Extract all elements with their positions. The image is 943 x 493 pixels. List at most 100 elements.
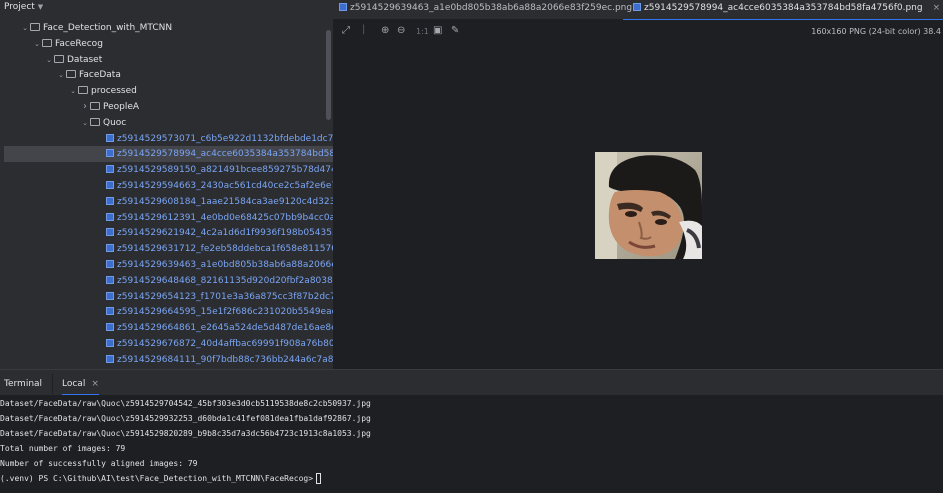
png-file-icon bbox=[106, 149, 114, 158]
image-viewer[interactable] bbox=[333, 44, 943, 369]
tree-file[interactable]: z5914529573071_c6b5e922d1132bfdebde1dc7a… bbox=[0, 131, 333, 147]
tree-label: PeopleA bbox=[103, 102, 140, 112]
terminal-line: Dataset/FaceData/raw\Quoc\z5914529820289… bbox=[0, 429, 371, 438]
separator: | bbox=[362, 24, 366, 35]
tab-local[interactable]: Local × bbox=[62, 379, 99, 396]
chevron-down-icon[interactable]: ⌄ bbox=[44, 52, 54, 68]
tree-label: Dataset bbox=[67, 54, 103, 65]
tree-label: z5914529573071_c6b5e922d1132bfdebde1dc7a… bbox=[117, 133, 333, 144]
chevron-down-icon[interactable]: ▼ bbox=[38, 3, 43, 11]
chevron-down-icon[interactable]: ⌄ bbox=[68, 83, 78, 99]
png-file-icon bbox=[106, 196, 114, 205]
png-file-icon bbox=[106, 133, 114, 142]
terminal-line: Dataset/FaceData/raw\Quoc\z5914529704542… bbox=[0, 399, 371, 408]
tree-file[interactable]: z5914529654123_f1701e3a36a875cc3f87b2dc7… bbox=[0, 289, 333, 305]
tab-local-label: Local bbox=[62, 379, 86, 389]
tree-label: Quoc bbox=[103, 117, 127, 128]
tab-image-1[interactable]: z5914529639463_a1e0bd805b38ab6a88a2066e8… bbox=[339, 0, 632, 19]
png-file-icon bbox=[106, 260, 114, 268]
png-file-icon bbox=[106, 307, 114, 316]
editor-tab-bar: z5914529639463_a1e0bd805b38ab6a88a2066e8… bbox=[333, 0, 943, 21]
zoom-in-icon[interactable]: ⊕ bbox=[381, 25, 389, 36]
tree-file[interactable]: z5914529664595_15e1f2f686c231020b5549ead… bbox=[0, 304, 333, 320]
chevron-down-icon[interactable]: ⌄ bbox=[56, 67, 66, 83]
tab-label: z5914529639463_a1e0bd805b38ab6a88a2066e8… bbox=[350, 3, 633, 13]
folder-icon bbox=[42, 38, 52, 47]
png-file-icon bbox=[633, 3, 641, 11]
terminal-prompt-line: (.venv) PS C:\Github\AI\test\Face_Detect… bbox=[0, 473, 322, 485]
project-title: Project bbox=[4, 2, 35, 12]
terminal-line: Total number of images: 79 bbox=[0, 444, 126, 453]
tree-label: FaceData bbox=[79, 70, 121, 81]
tree-file[interactable]: z5914529664861_e2645a524de5d487de16ae8e9… bbox=[0, 320, 333, 336]
folder-icon bbox=[54, 54, 64, 63]
fit-to-window-icon[interactable]: ⤢ bbox=[342, 25, 350, 36]
tree-folder[interactable]: ⌄ Quoc bbox=[0, 115, 333, 131]
tree-label: FaceRecog bbox=[55, 38, 103, 49]
tree-file[interactable]: z5914529608184_1aae21584ca3ae9120c4d3237… bbox=[0, 194, 333, 210]
tree-label: z5914529608184_1aae21584ca3ae9120c4d3237… bbox=[117, 196, 333, 207]
png-file-icon bbox=[106, 354, 114, 363]
tree-file[interactable]: z5914529612391_4e0bd0e68425c07bb9b4cc0a1… bbox=[0, 210, 333, 226]
tab-terminal[interactable]: Terminal bbox=[4, 379, 42, 389]
tree-file[interactable]: z5914529578994_ac4cce6035384a353784bd58f… bbox=[4, 146, 333, 163]
tree-folder[interactable]: ⌄ Dataset bbox=[0, 52, 333, 68]
chevron-down-icon[interactable]: ⌄ bbox=[80, 115, 90, 131]
tree-file[interactable]: z5914529594663_2430ac561cd40ce2c5af2e6e7… bbox=[0, 178, 333, 194]
folder-icon bbox=[30, 23, 40, 31]
tree-label: z5914529578994_ac4cce6035384a353784bd58f… bbox=[117, 149, 333, 160]
divider bbox=[52, 374, 53, 394]
tree-file[interactable]: z5914529684111_90f7bdb88c736bb244a6c7a82… bbox=[0, 352, 333, 368]
close-icon[interactable]: × bbox=[933, 3, 941, 13]
tree-label: z5914529594663_2430ac561cd40ce2c5af2e6e7… bbox=[117, 181, 333, 191]
terminal-tab-bar: Terminal Local × bbox=[0, 369, 943, 396]
tree-file[interactable]: z5914529639463_a1e0bd805b38ab6a88a2066e8… bbox=[0, 257, 333, 273]
png-file-icon bbox=[106, 291, 114, 300]
tree-label: z5914529654123_f1701e3a36a875cc3f87b2dc7… bbox=[117, 291, 333, 302]
tree-folder[interactable]: ⌄ FaceRecog bbox=[0, 36, 333, 52]
terminal-cursor[interactable] bbox=[316, 473, 322, 484]
project-header[interactable]: Project ▼ bbox=[0, 0, 333, 14]
tree-folder[interactable]: ⌄ processed bbox=[0, 83, 333, 99]
tree-label: z5914529648468_82161135d920d20fbf2a80384… bbox=[117, 275, 333, 286]
project-panel: Project ▼ ⌄ Face_Detection_with_MTCNN ⌄ Face… bbox=[0, 0, 333, 369]
tree-file[interactable]: z5914529676872_40d4affbac69991f908a76b80… bbox=[0, 336, 333, 352]
close-icon[interactable]: × bbox=[91, 379, 99, 389]
png-file-icon bbox=[106, 244, 114, 253]
png-file-icon bbox=[106, 228, 114, 237]
grid-icon[interactable]: ▣ bbox=[433, 25, 442, 36]
face-image bbox=[595, 152, 702, 259]
folder-icon bbox=[90, 117, 100, 126]
chevron-down-icon[interactable]: ⌄ bbox=[20, 20, 30, 36]
tree-label: z5914529631712_fe2eb58ddebca1f658e811576… bbox=[117, 244, 333, 255]
tree-file[interactable]: z5914529631712_fe2eb58ddebca1f658e811576… bbox=[0, 241, 333, 257]
tree-file[interactable]: z5914529648468_82161135d920d20fbf2a80384… bbox=[0, 273, 333, 289]
tree-folder[interactable]: ⌄ Face_Detection_with_MTCNN bbox=[0, 20, 333, 36]
png-file-icon bbox=[339, 3, 347, 11]
tree-label: z5914529664595_15e1f2f686c231020b5549ead… bbox=[117, 307, 333, 318]
image-toolbar: ⤢ | ⊕ ⊖ 1:1 ▣ ✎ 160x160 PNG (24-bit colo… bbox=[333, 20, 943, 44]
actual-size-button[interactable]: 1:1 bbox=[416, 27, 429, 36]
terminal-line: Dataset/FaceData/raw\Quoc\z5914529932253… bbox=[0, 414, 371, 423]
tree-label: z5914529612391_4e0bd0e68425c07bb9b4cc0a1… bbox=[117, 212, 333, 223]
terminal-output[interactable]: Dataset/FaceData/raw\Quoc\z5914529704542… bbox=[0, 395, 943, 493]
png-file-icon bbox=[106, 323, 114, 332]
chevron-right-icon[interactable]: › bbox=[80, 99, 90, 115]
tree-label: Face_Detection_with_MTCNN bbox=[43, 23, 173, 33]
tree-label: z5914529676872_40d4affbac69991f908a76b80… bbox=[117, 339, 333, 349]
tree-file[interactable]: z5914529621942_4c2a1d6d1f9936f198b054353… bbox=[0, 225, 333, 241]
tree-folder[interactable]: › PeopleA bbox=[0, 99, 333, 115]
png-file-icon bbox=[106, 275, 114, 284]
zoom-out-icon[interactable]: ⊖ bbox=[397, 25, 405, 36]
tree-label: z5914529639463_a1e0bd805b38ab6a88a2066e8… bbox=[117, 260, 333, 270]
tree-label: z5914529589150_a821491bcee859275b78d4743… bbox=[117, 165, 333, 176]
tab-label: z5914529578994_ac4cce6035384a353784bd58f… bbox=[644, 3, 923, 13]
tree-folder[interactable]: ⌄ FaceData bbox=[0, 67, 333, 83]
folder-icon bbox=[90, 102, 100, 110]
tree-label: z5914529684111_90f7bdb88c736bb244a6c7a82… bbox=[117, 354, 333, 365]
tree-file[interactable]: z5914529589150_a821491bcee859275b78d4743… bbox=[0, 162, 333, 178]
tree-scrollbar[interactable] bbox=[326, 30, 331, 120]
chevron-down-icon[interactable]: ⌄ bbox=[32, 36, 42, 52]
color-picker-icon[interactable]: ✎ bbox=[451, 25, 459, 36]
tab-image-2[interactable]: z5914529578994_ac4cce6035384a353784bd58f… bbox=[623, 0, 943, 21]
